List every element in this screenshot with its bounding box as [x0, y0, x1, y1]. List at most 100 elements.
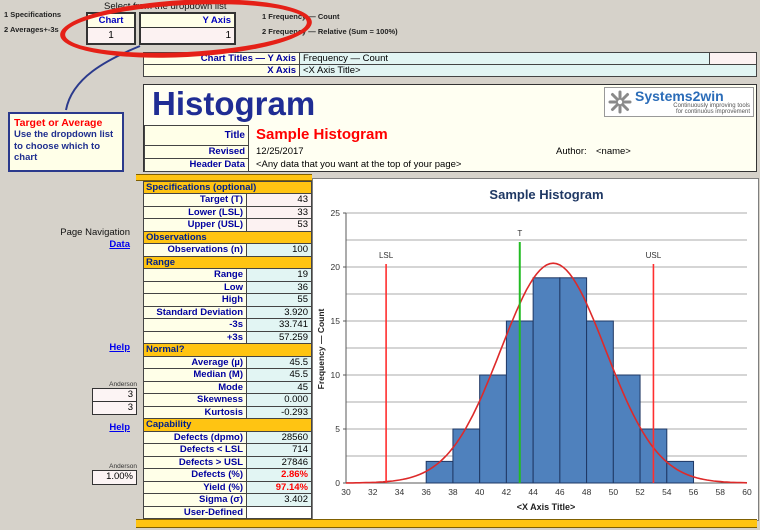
chart-titles-xaxis-label: X Axis: [143, 64, 300, 77]
stats-row-value: 3.402: [247, 494, 311, 506]
header-data-value[interactable]: <Any data that you want at the top of yo…: [256, 159, 461, 170]
author-value[interactable]: <name>: [596, 146, 631, 157]
page-navigation-label: Page Navigation: [60, 227, 130, 238]
svg-text:30: 30: [341, 487, 351, 497]
stats-data-row: Yield (%) 97.14%: [144, 481, 311, 495]
stats-row-value: 2.86%: [247, 469, 311, 481]
stats-section-header-row: Range: [144, 256, 311, 270]
stats-row-value: 100: [247, 244, 311, 256]
title-value[interactable]: Sample Histogram: [256, 126, 388, 143]
alpha-input[interactable]: 1.00%: [92, 470, 137, 485]
revised-row-label: Revised: [144, 145, 249, 159]
svg-text:42: 42: [502, 487, 512, 497]
option-label-frequency-count: 1 Frequency — Count: [262, 12, 340, 21]
option-label-frequency-relative: 2 Frequency — Relative (Sum = 100%): [262, 27, 398, 36]
stats-row-value: 97.14%: [247, 481, 311, 494]
stats-data-row: Standard Deviation 3.920: [144, 306, 311, 320]
svg-text:52: 52: [635, 487, 645, 497]
gold-divider-top: [136, 174, 312, 181]
target-or-average-note: Target or Average Use the dropdown list …: [8, 112, 124, 172]
stats-row-value[interactable]: 53: [247, 219, 311, 231]
chart-titles-xaxis-value[interactable]: <X Axis Title>: [299, 64, 757, 77]
stats-row-label: Target (T): [144, 194, 247, 206]
callout-curve: [65, 45, 141, 111]
stats-data-row: Median (M) 45.5: [144, 369, 311, 382]
svg-text:15: 15: [331, 316, 341, 326]
stats-section-header-row: Normal?: [144, 344, 311, 357]
note-title: Target or Average: [14, 117, 103, 129]
stats-data-row: Kurtosis -0.293: [144, 406, 311, 420]
stats-row-value[interactable]: [247, 506, 311, 519]
help-link-capability[interactable]: Help: [98, 422, 130, 433]
stats-row-label: Mode: [144, 381, 247, 394]
svg-text:<X Axis Title>: <X Axis Title>: [517, 502, 576, 512]
stats-data-row: Defects (%) 2.86%: [144, 469, 311, 482]
systems2win-logo-icon: [608, 90, 632, 114]
stats-row-value: 33.741: [247, 319, 311, 331]
svg-text:Sample Histogram: Sample Histogram: [489, 187, 603, 202]
help-link-normal[interactable]: Help: [98, 342, 130, 353]
svg-text:LSL: LSL: [379, 251, 394, 260]
worksheet-header-block: Histogram Systems2win Continuously impro…: [143, 84, 757, 172]
stats-row-label: Standard Deviation: [144, 306, 247, 319]
kurtosis-limit-input[interactable]: 3: [92, 401, 137, 415]
stats-row-value: 45: [247, 381, 311, 394]
stats-section-header: Specifications (optional): [144, 182, 311, 194]
stats-row-label: -3s: [144, 319, 247, 331]
stats-row-value: 714: [247, 444, 311, 456]
stats-data-row: Skewness 0.000: [144, 394, 311, 407]
stats-row-value: 3.920: [247, 306, 311, 319]
stats-row-value[interactable]: 33: [247, 206, 311, 219]
note-body: Use the dropdown list to choose which to…: [14, 129, 114, 163]
stats-data-row: Average (µ) 45.5: [144, 356, 311, 370]
stats-row-label: Kurtosis: [144, 406, 247, 419]
stats-row-value[interactable]: 43: [247, 194, 311, 206]
gold-divider-bottom: [136, 519, 757, 528]
stats-row-label: Defects > USL: [144, 456, 247, 469]
svg-text:46: 46: [555, 487, 565, 497]
stats-row-label: Lower (LSL): [144, 206, 247, 219]
stats-data-row: Target (T) 43: [144, 194, 311, 207]
svg-text:40: 40: [475, 487, 485, 497]
stats-data-row: Mode 45: [144, 381, 311, 395]
svg-text:Frequency — Count: Frequency — Count: [316, 308, 326, 389]
skewness-limit-input[interactable]: 3: [92, 388, 137, 402]
stats-data-row: Observations (n) 100: [144, 244, 311, 257]
svg-text:0: 0: [335, 478, 340, 488]
svg-text:T: T: [517, 229, 522, 238]
yaxis-dropdown-group: Y Axis 1: [139, 12, 236, 45]
stats-data-row: Defects > USL 27846: [144, 456, 311, 470]
stats-section-header-row: Capability: [144, 419, 311, 432]
data-link[interactable]: Data: [60, 239, 130, 250]
stats-row-label: Low: [144, 281, 247, 294]
stats-section-header-row: Observations: [144, 231, 311, 245]
header-data-row-label: Header Data: [144, 158, 249, 172]
stats-data-row: Defects (dpmo) 28560: [144, 431, 311, 445]
svg-text:50: 50: [609, 487, 619, 497]
stats-row-label: User-Defined: [144, 506, 247, 519]
revised-value[interactable]: 12/25/2017: [256, 146, 304, 157]
stats-row-label: High: [144, 294, 247, 306]
stats-row-value: 36: [247, 281, 311, 294]
yaxis-dropdown-value[interactable]: 1: [141, 28, 234, 43]
systems2win-logo: Systems2win Continuously improving tools…: [604, 87, 754, 117]
stats-row-value: -0.293: [247, 406, 311, 419]
yaxis-dropdown-label: Y Axis: [141, 14, 234, 28]
stats-row-label: Sigma (σ): [144, 494, 247, 506]
stats-data-row: +3s 57.259: [144, 331, 311, 345]
svg-text:34: 34: [395, 487, 405, 497]
stats-row-label: Defects (dpmo): [144, 431, 247, 444]
title-row-label: Title: [144, 125, 249, 146]
anderson-label-1: Anderson: [109, 381, 137, 388]
stats-row-label: Average (µ): [144, 356, 247, 369]
dropdown-hint-text: Select from the dropdown list: [104, 1, 227, 12]
svg-text:44: 44: [528, 487, 538, 497]
chart-dropdown-value[interactable]: 1: [88, 28, 134, 43]
stats-row-value: 45.5: [247, 369, 311, 381]
stats-row-label: Upper (USL): [144, 219, 247, 231]
stats-section-header: Capability: [144, 419, 311, 431]
stats-row-label: Median (M): [144, 369, 247, 381]
svg-text:58: 58: [716, 487, 726, 497]
stats-row-label: Range: [144, 269, 247, 281]
author-label: Author:: [556, 146, 587, 157]
